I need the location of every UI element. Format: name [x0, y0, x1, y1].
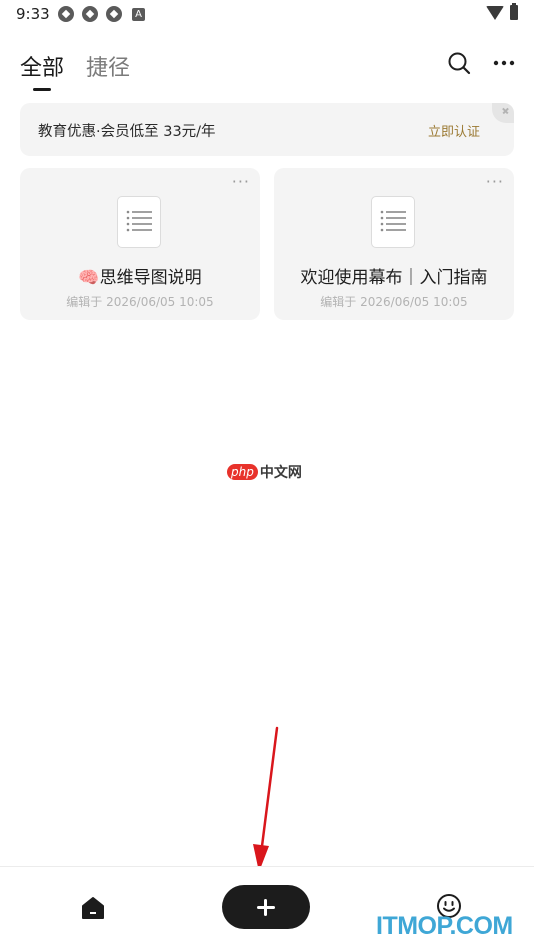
add-button[interactable] — [222, 885, 310, 929]
php-logo: php — [227, 464, 258, 480]
app-notification-icon — [82, 6, 98, 22]
card-more-icon[interactable]: ··· — [232, 172, 250, 191]
document-edited-time: 编辑于 2026/06/05 10:05 — [320, 295, 468, 309]
promo-banner[interactable]: 教育优惠·会员低至 33元/年 立即认证 — [20, 103, 514, 156]
app-notification-icon — [58, 6, 74, 22]
php-watermark-text: 中文网 — [259, 465, 302, 481]
search-icon[interactable] — [447, 51, 471, 75]
system-icons — [486, 3, 518, 20]
app-notification-icon — [106, 6, 122, 22]
wifi-icon — [486, 5, 504, 20]
active-tab-indicator — [33, 88, 51, 91]
verify-now-link[interactable]: 立即认证 — [428, 121, 480, 140]
tab-all[interactable]: 全部 — [20, 50, 64, 82]
document-icon — [117, 196, 161, 248]
itmop-watermark: ITMOP.COM — [376, 912, 513, 940]
notification-icons: A — [58, 6, 145, 22]
document-title: 欢迎使用幕布｜入门指南 — [300, 268, 488, 288]
red-arrow-annotation — [253, 726, 279, 872]
card-more-icon[interactable]: ··· — [486, 172, 504, 191]
home-icon[interactable] — [80, 895, 106, 921]
plus-icon — [264, 899, 267, 916]
more-icon[interactable] — [492, 53, 516, 73]
status-time: 9:33 — [16, 5, 50, 23]
header: 全部 捷径 — [0, 44, 534, 94]
document-card[interactable]: ··· 欢迎使用幕布｜入门指南 编辑于 2026/06/05 10:05 — [274, 168, 514, 320]
php-watermark: php 中文网 — [227, 462, 302, 482]
document-edited-time: 编辑于 2026/06/05 10:05 — [66, 295, 214, 309]
document-title: 🧠思维导图说明 — [78, 268, 202, 288]
a-notification-icon: A — [132, 7, 145, 21]
close-icon[interactable] — [492, 103, 514, 123]
status-bar: 9:33 A — [0, 0, 534, 28]
tab-shortcut[interactable]: 捷径 — [86, 50, 130, 82]
promo-text: 教育优惠·会员低至 33元/年 — [38, 124, 216, 140]
document-icon — [371, 196, 415, 248]
battery-icon — [510, 3, 518, 20]
document-card[interactable]: ··· 🧠思维导图说明 编辑于 2026/06/05 10:05 — [20, 168, 260, 320]
